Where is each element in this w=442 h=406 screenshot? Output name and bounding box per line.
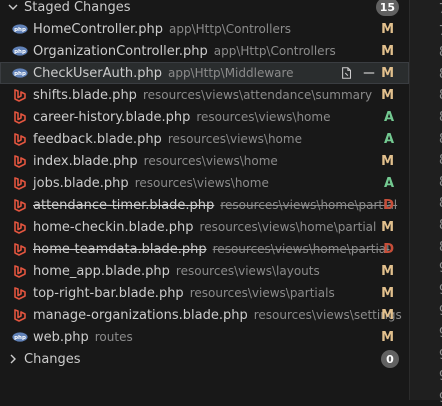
- file-path: app\Http\Controllers: [169, 21, 292, 36]
- row-actions: [339, 65, 377, 81]
- staged-file-row[interactable]: home-checkin.blade.php resources\views\ho…: [0, 216, 409, 238]
- file-status: M: [381, 263, 394, 279]
- unstage-icon[interactable]: [361, 65, 377, 81]
- section-title: Changes: [24, 351, 81, 367]
- file-path: resources\views\attendance\summary: [142, 87, 373, 102]
- php-icon: php: [12, 330, 28, 344]
- svg-text:php: php: [14, 27, 26, 33]
- file-path: app\Http\Middleware: [167, 65, 294, 80]
- file-path: app\Http\Controllers: [213, 43, 336, 58]
- staged-changes-header[interactable]: Staged Changes 15: [0, 0, 409, 18]
- blade-icon: [12, 242, 28, 256]
- file-status: D: [383, 241, 394, 257]
- file-status: M: [381, 219, 394, 235]
- chevron-right-icon: [4, 348, 22, 370]
- section-title: Staged Changes: [24, 0, 131, 15]
- staged-file-row[interactable]: php CheckUserAuth.php app\Http\Middleware M: [0, 62, 409, 84]
- blade-icon: [12, 154, 28, 168]
- blade-icon: [12, 198, 28, 212]
- staged-file-row[interactable]: jobs.blade.php resources\views\home A: [0, 172, 409, 194]
- file-path: resources\views\home\partial: [199, 219, 377, 234]
- file-path: resources\views\partials: [189, 285, 335, 300]
- file-status: D: [383, 197, 394, 213]
- open-file-icon[interactable]: [339, 65, 355, 81]
- staged-file-row[interactable]: home-teamdata.blade.php resources\views\h…: [0, 238, 409, 260]
- changes-count-badge: 0: [381, 350, 399, 368]
- file-name: career-history.blade.php: [33, 109, 191, 125]
- staged-file-row[interactable]: manage-organizations.blade.php resources\…: [0, 304, 409, 326]
- staged-file-row[interactable]: feedback.blade.php resources\views\home A: [0, 128, 409, 150]
- file-path: resources\views\home: [196, 109, 331, 124]
- file-status: M: [381, 21, 394, 37]
- php-icon: php: [12, 22, 28, 36]
- file-status: A: [383, 175, 394, 191]
- blade-icon: [12, 88, 28, 102]
- file-path: resources\views\home: [134, 175, 269, 190]
- file-name: jobs.blade.php: [33, 175, 129, 191]
- file-status: M: [381, 43, 394, 59]
- chevron-down-icon: [4, 0, 22, 18]
- file-name: attendance-timer.blade.php: [33, 197, 215, 213]
- blade-icon: [12, 308, 28, 322]
- blade-icon: [12, 264, 28, 278]
- source-control-panel: Staged Changes 15 php HomeController.php a…: [0, 0, 409, 400]
- file-status: A: [383, 109, 394, 125]
- blade-icon: [12, 176, 28, 190]
- file-name: web.php: [33, 329, 89, 345]
- staged-file-row[interactable]: index.blade.php resources\views\home M: [0, 150, 409, 172]
- file-status: M: [381, 153, 394, 169]
- file-name: CheckUserAuth.php: [33, 65, 162, 81]
- svg-text:php: php: [14, 335, 26, 341]
- file-path: resources\views\settings: [253, 307, 402, 322]
- svg-text:php: php: [14, 49, 26, 55]
- php-icon: php: [12, 66, 28, 80]
- staged-file-row[interactable]: attendance-timer.blade.php resources\view…: [0, 194, 409, 216]
- file-name: OrganizationController.php: [33, 43, 208, 59]
- file-status: M: [381, 65, 394, 81]
- file-name: index.blade.php: [33, 153, 138, 169]
- file-status: M: [381, 285, 394, 301]
- staged-file-row[interactable]: top-right-bar.blade.php resources\views\p…: [0, 282, 409, 304]
- staged-count-badge: 15: [375, 0, 399, 16]
- file-path: resources\views\home: [167, 131, 302, 146]
- file-name: home-teamdata.blade.php: [33, 241, 207, 257]
- file-status: M: [381, 307, 394, 323]
- staged-file-row[interactable]: php web.php routes M: [0, 326, 409, 348]
- file-path: routes: [94, 329, 133, 344]
- file-path: resources\views\home\partial: [212, 241, 390, 256]
- blade-icon: [12, 110, 28, 124]
- file-status: M: [381, 329, 394, 345]
- blade-icon: [12, 132, 28, 146]
- changes-header[interactable]: Changes 0: [0, 348, 409, 370]
- file-status: M: [381, 87, 394, 103]
- svg-text:php: php: [14, 71, 26, 77]
- file-path: resources\views\layouts: [175, 263, 320, 278]
- file-name: feedback.blade.php: [33, 131, 162, 147]
- staged-file-row[interactable]: home_app.blade.php resources\views\layout…: [0, 260, 409, 282]
- file-name: shifts.blade.php: [33, 87, 137, 103]
- file-name: HomeController.php: [33, 21, 164, 37]
- php-icon: php: [12, 44, 28, 58]
- staged-file-row[interactable]: shifts.blade.php resources\views\attendan…: [0, 84, 409, 106]
- staged-file-row[interactable]: php HomeController.php app\Http\Controller…: [0, 18, 409, 40]
- file-status: A: [383, 131, 394, 147]
- file-name: home-checkin.blade.php: [33, 219, 194, 235]
- file-name: manage-organizations.blade.php: [33, 307, 248, 323]
- blade-icon: [12, 220, 28, 234]
- file-path: resources\views\home: [143, 153, 278, 168]
- file-name: top-right-bar.blade.php: [33, 285, 184, 301]
- editor-line-gutter: 7788888888889999999: [409, 0, 442, 406]
- staged-file-row[interactable]: php OrganizationController.php app\Http\Co…: [0, 40, 409, 62]
- file-name: home_app.blade.php: [33, 263, 170, 279]
- blade-icon: [12, 286, 28, 300]
- file-path: resources\views\home\partial: [220, 197, 398, 212]
- staged-file-row[interactable]: career-history.blade.php resources\views\…: [0, 106, 409, 128]
